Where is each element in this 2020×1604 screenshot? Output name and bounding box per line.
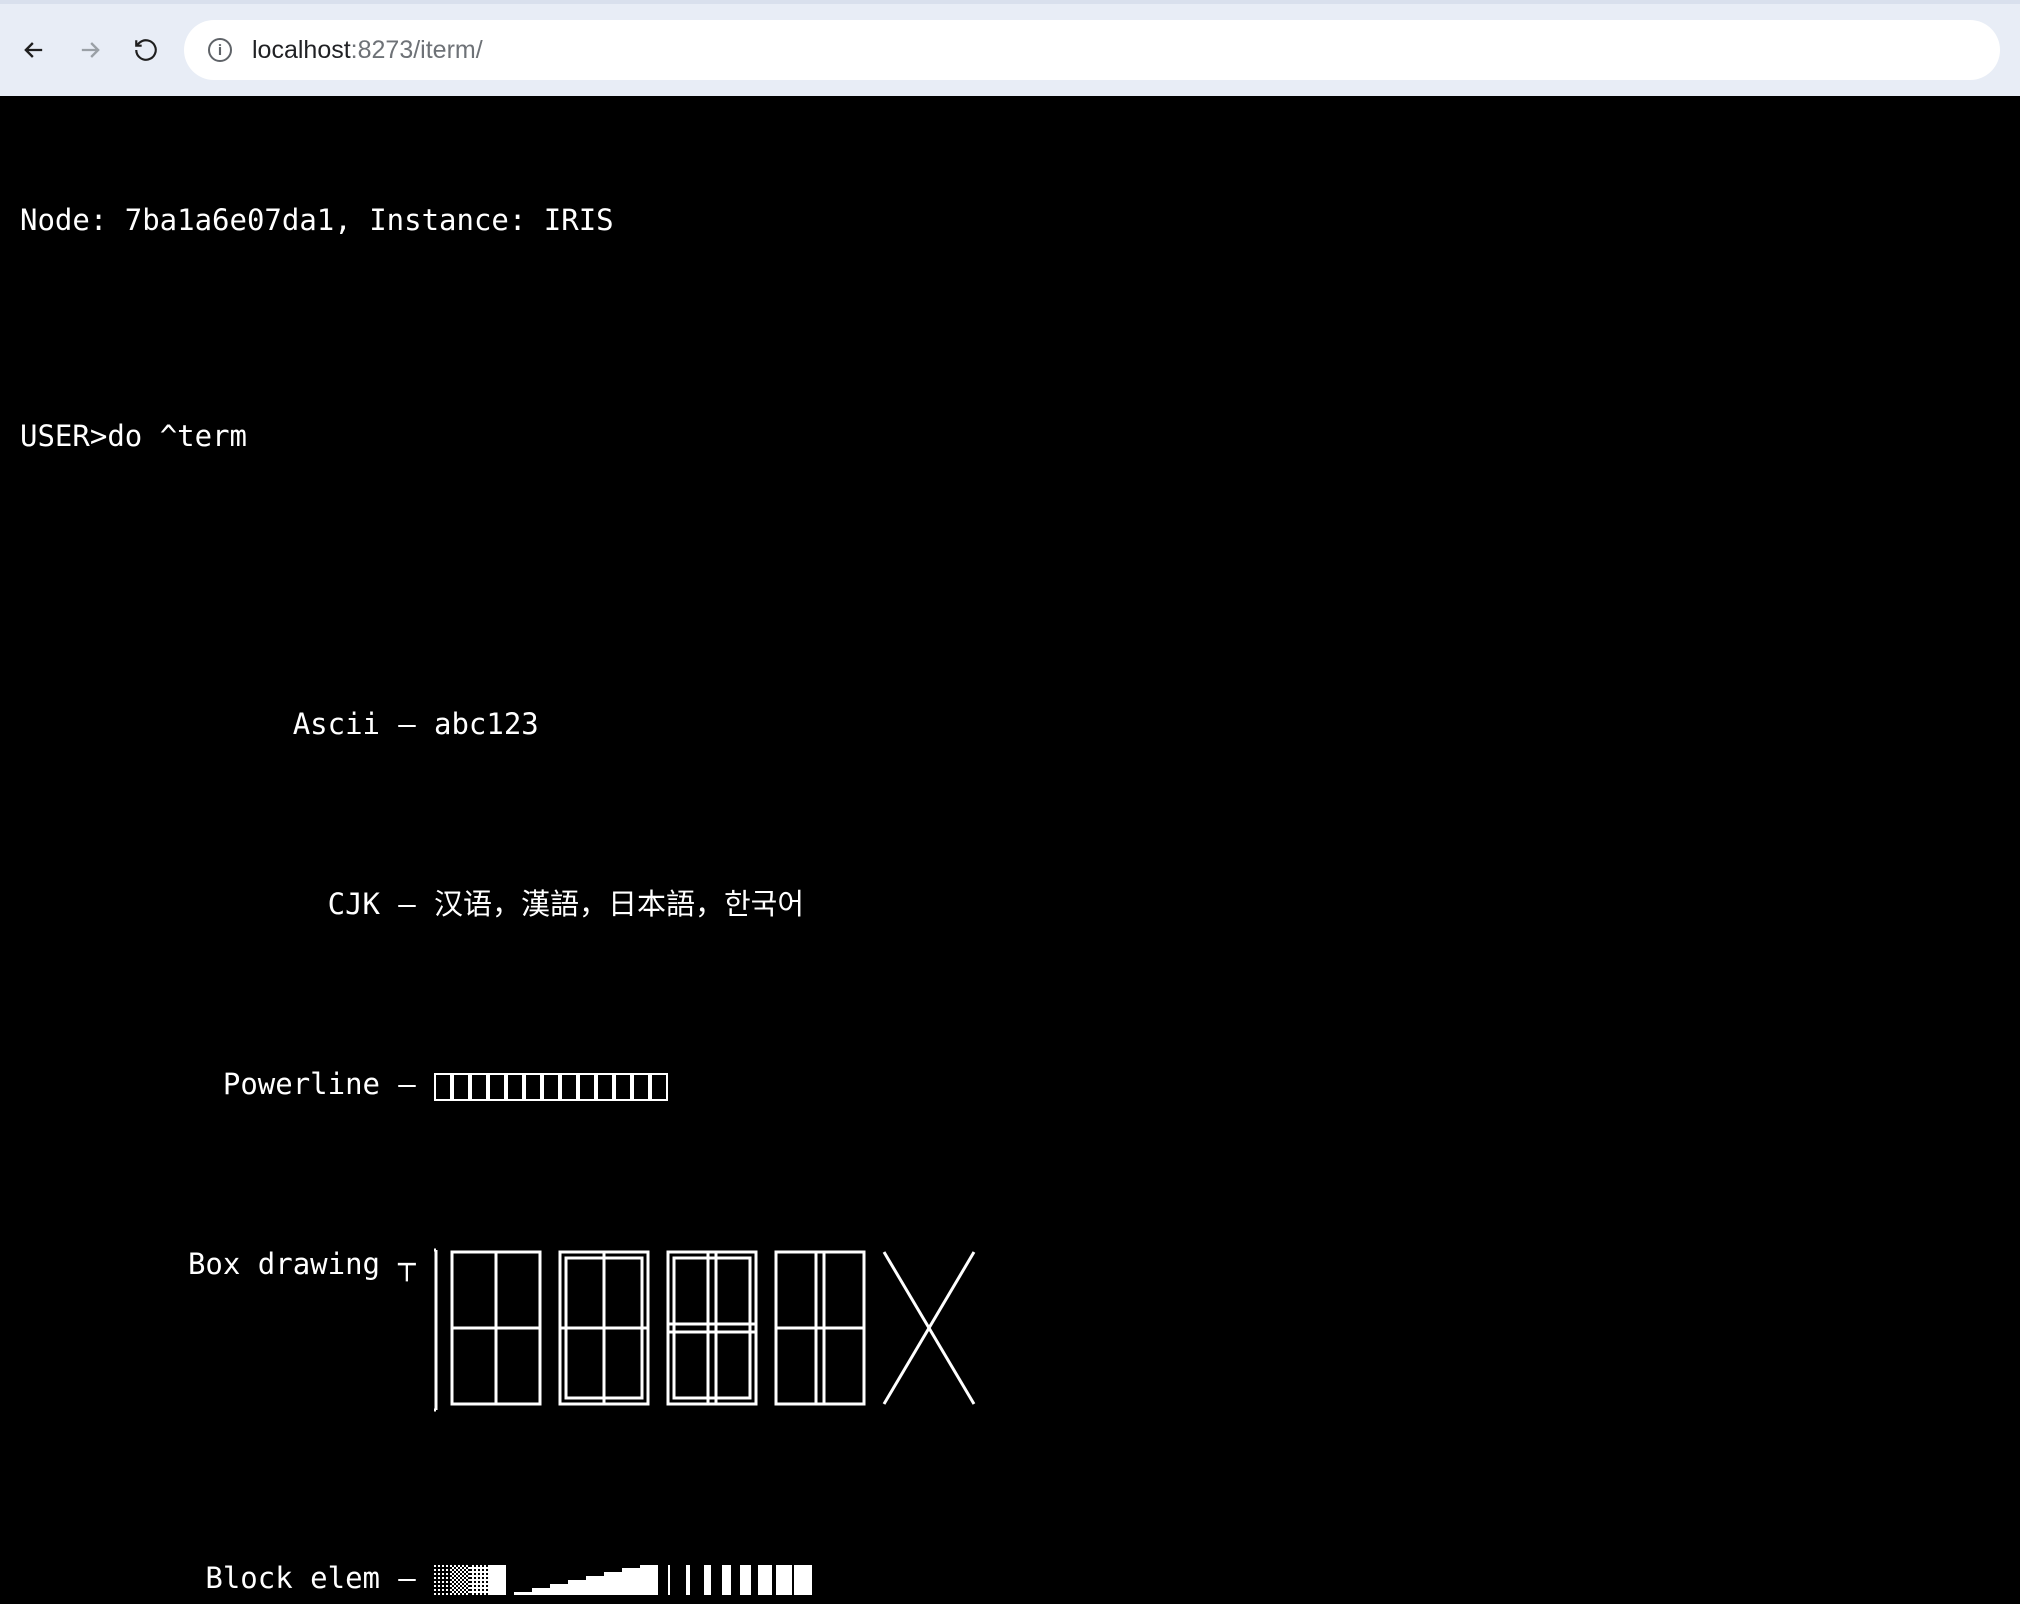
reload-button[interactable] [132,36,160,64]
arrow-left-icon [20,36,48,64]
terminal-banner: Node: 7ba1a6e07da1, Instance: IRIS [20,202,2000,238]
url-text: localhost:8273/iterm/ [252,36,483,65]
forward-button[interactable] [76,36,104,64]
row-block-elem: Block elem— [20,1560,2000,1596]
box-drawing-graphic [434,1246,994,1416]
url-port: :8273 [351,36,414,64]
back-button[interactable] [20,36,48,64]
row-ascii: Ascii—abc123 [20,706,2000,742]
row-powerline: Powerline— [20,1066,2000,1102]
value-powerline [434,1067,668,1101]
label-powerline: Powerline [20,1066,380,1102]
reload-icon [133,37,159,63]
nav-buttons [20,36,160,64]
label-ascii: Ascii [20,706,380,742]
prompt-1: USER> [20,419,107,453]
command-1: do ^term [107,419,247,453]
url-host: localhost [252,36,351,64]
arrow-right-icon [76,36,104,64]
url-path: /iterm/ [413,36,482,64]
site-info-icon[interactable]: i [208,38,232,62]
label-box-drawing: Box drawing [20,1246,380,1282]
label-cjk: CJK [20,886,380,922]
terminal[interactable]: Node: 7ba1a6e07da1, Instance: IRIS USER>… [0,96,2020,1604]
block-elem-graphic [434,1565,834,1595]
value-ascii: abc123 [434,707,539,741]
row-cjk: CJK—汉语，漢語，日本語，한국어 [20,886,2000,922]
browser-chrome: i localhost:8273/iterm/ [0,0,2020,96]
url-bar[interactable]: i localhost:8273/iterm/ [184,20,2000,80]
prompt-line-1: USER>do ^term [20,418,2000,454]
value-cjk: 汉语，漢語，日本語，한국어 [434,887,804,921]
label-block-elem: Block elem [20,1560,380,1596]
row-box-drawing: Box drawing┬ [20,1246,2000,1416]
